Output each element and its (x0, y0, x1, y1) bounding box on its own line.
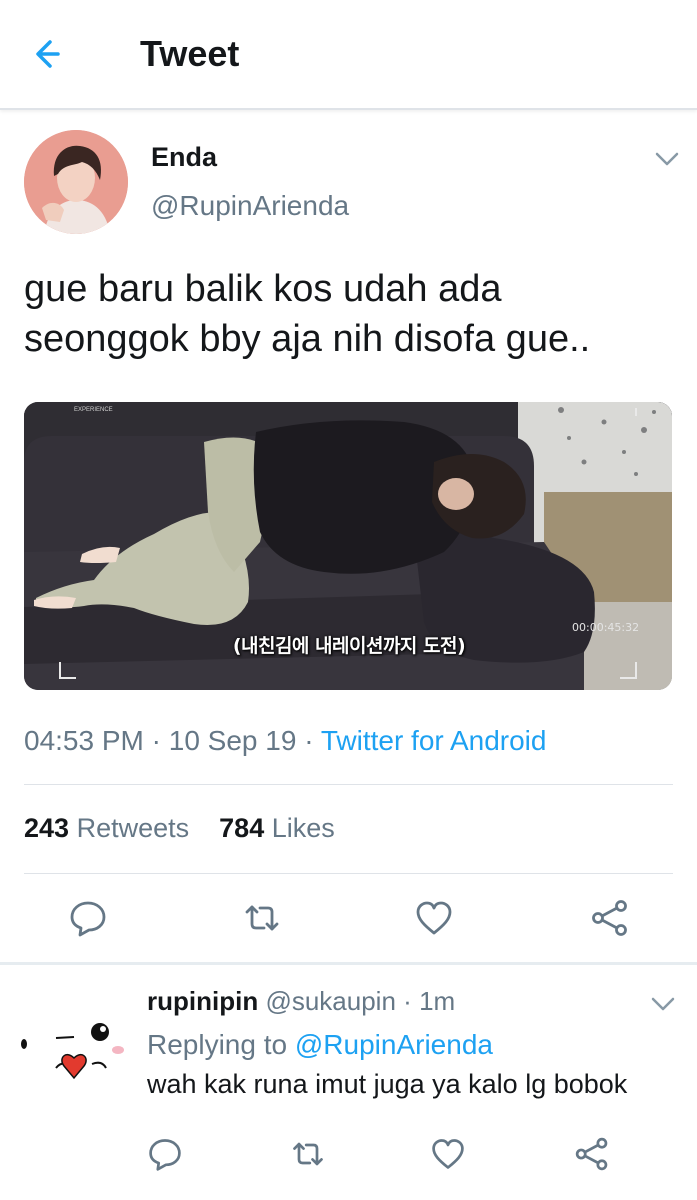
replying-to-mention[interactable]: @RupinArienda (295, 1029, 493, 1060)
reply-time: 1m (419, 986, 456, 1016)
top-bar: Tweet (0, 0, 697, 110)
meta-separator: · (151, 725, 161, 756)
reply-author-handle[interactable]: @sukaupin (265, 986, 395, 1016)
section-separator (0, 962, 697, 965)
like-icon[interactable] (430, 1136, 466, 1172)
retweet-icon[interactable] (290, 1136, 326, 1172)
retweets-label: Retweets (76, 813, 190, 843)
reply-icon[interactable] (147, 1136, 183, 1172)
share-icon[interactable] (574, 1136, 610, 1172)
reply-separator: · (403, 986, 412, 1016)
retweets-count: 243 (24, 813, 70, 843)
reply-text: wah kak runa imut juga ya kalo lg bobok (147, 1069, 628, 1099)
author-name[interactable]: Enda (151, 142, 217, 173)
divider (24, 784, 673, 785)
tweet-date: 10 Sep 19 (168, 725, 297, 756)
retweets-stat[interactable]: 243 Retweets (24, 813, 189, 843)
video-timecode: 00:00:45:32 (572, 621, 640, 634)
back-arrow-icon[interactable] (30, 34, 74, 74)
reply-icon[interactable] (68, 898, 108, 938)
photo-watermark: EXPERIENCE (74, 407, 113, 413)
likes-label: Likes (271, 813, 335, 843)
photo-subtitle: (내친김에 내레이션까지 도전) (232, 635, 466, 657)
like-icon[interactable] (414, 898, 454, 938)
retweet-icon[interactable] (242, 898, 282, 938)
reply-avatar[interactable] (14, 988, 132, 1100)
divider (24, 873, 673, 874)
reply-options-chevron-icon[interactable] (650, 995, 676, 1013)
tweet-text-line: gue baru balik kos udah ada (24, 268, 502, 310)
author-handle[interactable]: @RupinArienda (151, 190, 349, 222)
page-title: Tweet (140, 33, 240, 74)
likes-count: 784 (219, 813, 265, 843)
tweet-source-link[interactable]: Twitter for Android (321, 725, 547, 756)
tweet-options-chevron-icon[interactable] (654, 150, 680, 168)
tweet-stats: 243 Retweets 784 Likes (24, 813, 335, 844)
replying-prefix: Replying to (147, 1029, 288, 1060)
likes-stat[interactable]: 784 Likes (219, 813, 335, 843)
share-icon[interactable] (590, 898, 630, 938)
tweet-media-photo[interactable]: EXPERIENCE 00:00:45:32 (내친김에 내레이션까지 도전) (24, 402, 672, 690)
tweet-time: 04:53 PM (24, 725, 144, 756)
author-avatar[interactable] (24, 130, 128, 234)
tweet-text-line: seonggok bby aja nih disofa gue.. (24, 318, 591, 360)
reply-header: rupinipin @sukaupin · 1m (147, 986, 455, 1017)
meta-separator: · (304, 725, 314, 756)
tweet-meta: 04:53 PM · 10 Sep 19 · Twitter for Andro… (24, 725, 546, 757)
reply-author-name[interactable]: rupinipin (147, 986, 258, 1016)
replying-to-line: Replying to @RupinArienda (147, 1029, 493, 1061)
tweet-text: gue baru balik kos udah ada seonggok bby… (24, 264, 674, 364)
